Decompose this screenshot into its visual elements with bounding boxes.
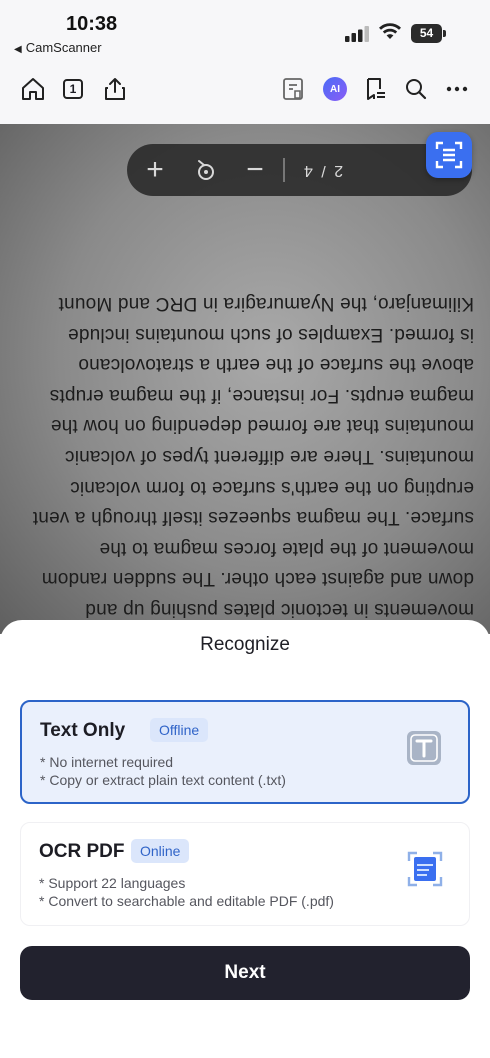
- top-toolbar: 1 AI: [0, 62, 490, 124]
- battery-indicator: 54: [411, 24, 442, 43]
- text-type-icon: [407, 731, 441, 765]
- option-desc: * Copy or extract plain text content (.t…: [40, 772, 286, 788]
- offline-badge: Offline: [150, 718, 209, 742]
- option-desc: * Convert to searchable and editable PDF…: [39, 893, 334, 909]
- page-position-label: 2 / 4: [302, 162, 344, 179]
- zoom-in-button[interactable]: +: [141, 144, 169, 196]
- search-button[interactable]: [401, 74, 431, 104]
- share-icon: [105, 78, 125, 100]
- ai-icon: AI: [323, 77, 347, 101]
- zoom-reset-button[interactable]: [191, 144, 221, 196]
- page-count-button[interactable]: 1: [58, 74, 88, 104]
- edit-page-icon: [283, 78, 303, 100]
- share-button[interactable]: [100, 74, 130, 104]
- zoom-out-button[interactable]: −: [241, 144, 269, 196]
- text-recognize-button[interactable]: [426, 132, 472, 178]
- option-title: OCR PDF: [39, 841, 125, 862]
- signature-button[interactable]: [361, 74, 391, 104]
- more-icon: [446, 86, 468, 92]
- signature-icon: [367, 78, 385, 100]
- ai-button[interactable]: AI: [320, 74, 350, 104]
- option-title: Text Only: [40, 720, 126, 741]
- option-desc: * No internet required: [40, 754, 174, 770]
- option-text-only[interactable]: Text Only Offline * No internet required…: [20, 700, 470, 804]
- recognize-sheet: Recognize Text Only Offline * No interne…: [0, 620, 490, 1058]
- document-line: Kilimanjaro, the Nyamuragira in DRC and …: [58, 293, 474, 315]
- document-line: movement of the plate forces magma to th…: [99, 537, 474, 559]
- sheet-title: Recognize: [200, 634, 290, 655]
- edit-page-button[interactable]: [278, 74, 308, 104]
- back-to-app-link[interactable]: ◀ CamScanner: [14, 40, 102, 55]
- scan-text-icon: [435, 141, 463, 169]
- document-text: movements in tectonic plates pushing up …: [0, 124, 490, 634]
- page-count-icon: 1: [63, 79, 83, 99]
- document-line: surface. The magma squeezes itself throu…: [32, 507, 474, 529]
- document-line: mountains. There are different types of …: [64, 446, 474, 468]
- zoom-reset-icon: [198, 160, 214, 180]
- back-triangle-icon: ◀: [14, 44, 22, 55]
- home-button[interactable]: [18, 74, 48, 104]
- page-zoom-control: + − 2 / 4: [127, 144, 472, 196]
- document-line: erupting on the earth's surface to form …: [70, 476, 474, 498]
- status-bar: 10:38 ◀ CamScanner 54: [0, 0, 490, 62]
- option-ocr-pdf[interactable]: OCR PDF Online * Support 22 languages * …: [20, 822, 470, 926]
- document-line: mountains that are formed depending on h…: [50, 415, 474, 437]
- home-icon: [22, 78, 44, 100]
- cellular-signal-icon: [345, 26, 369, 42]
- status-time: 10:38: [66, 13, 118, 35]
- online-badge: Online: [131, 839, 190, 863]
- document-line: above the surface of the earth a stratov…: [78, 354, 474, 376]
- control-divider: [283, 158, 285, 182]
- ocr-pdf-icon: [407, 851, 443, 887]
- option-desc: * Support 22 languages: [39, 875, 186, 891]
- search-icon: [406, 79, 427, 100]
- document-line: is formed. Examples of such mountains in…: [67, 323, 474, 345]
- document-line: down and against each other. The sudden …: [41, 568, 474, 590]
- back-app-label: CamScanner: [25, 40, 102, 55]
- document-line: magma erupts. For instance, if the magma…: [49, 384, 474, 406]
- battery-nub: [443, 30, 446, 37]
- document-preview[interactable]: movements in tectonic plates pushing up …: [0, 124, 490, 634]
- wifi-icon: [379, 23, 401, 39]
- next-button[interactable]: Next: [20, 946, 470, 1000]
- more-button[interactable]: [442, 74, 472, 104]
